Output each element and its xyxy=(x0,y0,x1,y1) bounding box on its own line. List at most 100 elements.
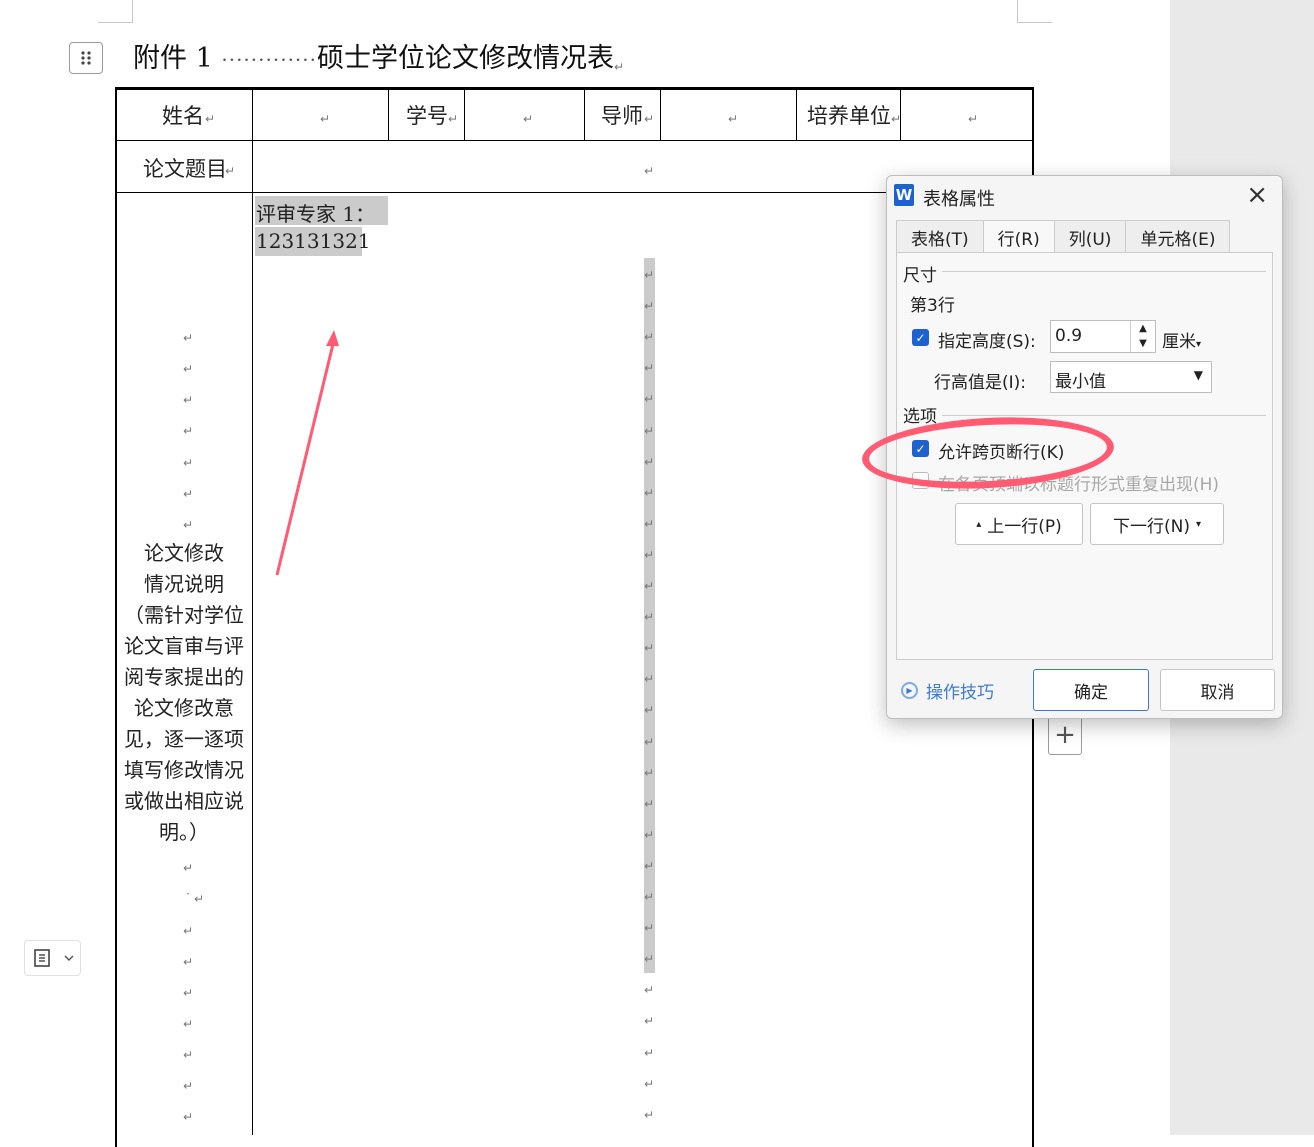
specify-height-label[interactable]: 指定高度(S): xyxy=(938,327,1036,352)
paragraph-mark: ↵ xyxy=(183,955,194,969)
paragraph-mark: ↵ xyxy=(644,703,655,717)
wps-app-icon: W xyxy=(894,184,914,206)
caret-up-icon: ▴ xyxy=(976,518,982,530)
group-divider xyxy=(942,415,1266,416)
paragraph-mark: ↵ xyxy=(183,861,194,875)
caret-down-icon: ▾ xyxy=(1195,518,1201,530)
cancel-button[interactable]: 取消 xyxy=(1160,669,1275,711)
paragraph-mark: ↵ xyxy=(644,361,655,375)
page-corner-right xyxy=(1017,0,1052,23)
paragraph-mark: ↵ xyxy=(183,1110,194,1124)
height-value[interactable]: 0.9 xyxy=(1055,326,1082,346)
stray-bullet: · xyxy=(186,887,190,901)
floating-toolbar[interactable] xyxy=(24,940,81,976)
table-properties-dialog[interactable]: W 表格属性 × 表格(T) 行(R) 列(U) 单元格(E) 尺寸 第3行 ✓… xyxy=(886,175,1283,719)
table-col-divider xyxy=(660,88,661,140)
notes-line: 明。） xyxy=(159,820,209,844)
paragraph-mark: ↵ xyxy=(644,1077,655,1091)
notes-line: （需针对学位 xyxy=(124,603,244,627)
plus-icon: + xyxy=(1054,720,1076,750)
spinner-arrows-icon[interactable]: ▲ ▼ xyxy=(1130,321,1155,352)
paragraph-mark: ↵ xyxy=(644,890,655,904)
paragraph-mark: ↵ xyxy=(644,330,655,344)
header-advisor[interactable]: 导师 xyxy=(601,100,643,130)
paragraph-mark: ↵ xyxy=(183,1017,194,1031)
paragraph-mark: ↵ xyxy=(728,112,739,126)
paragraph-mark: ↵ xyxy=(644,672,655,686)
paragraph-mark: ↵ xyxy=(523,112,534,126)
notes-line: 填写修改情况 xyxy=(124,758,244,782)
next-row-button[interactable]: 下一行(N) ▾ xyxy=(1090,503,1224,545)
paragraph-mark: ↵ xyxy=(448,112,459,126)
frame-icon[interactable] xyxy=(31,947,53,969)
paragraph-mark: ↵ xyxy=(614,60,625,74)
paragraph-mark: ↵ xyxy=(644,797,655,811)
paragraph-mark: ↵ xyxy=(891,112,902,126)
table-col-divider xyxy=(796,88,797,140)
repeat-header-checkbox[interactable] xyxy=(912,472,929,489)
tab-cell[interactable]: 单元格(E) xyxy=(1125,220,1231,253)
notes-line: 或做出相应说 xyxy=(124,789,244,813)
row-number-label: 第3行 xyxy=(910,296,955,316)
notes-line: 阅专家提出的 xyxy=(124,665,244,689)
header-student-id[interactable]: 学号 xyxy=(406,100,448,130)
row-height-mode-select[interactable]: 最小值 ▼ xyxy=(1050,361,1212,393)
repeat-header-label[interactable]: 在各页顶端以标题行形式重复出现(H) xyxy=(938,470,1219,495)
paragraph-mark: ↵ xyxy=(183,924,194,938)
height-spinner[interactable]: 0.9 ▲ ▼ xyxy=(1050,320,1156,353)
paragraph-mark: ↵ xyxy=(644,164,655,178)
paragraph-mark: ↵ xyxy=(644,424,655,438)
specify-height-checkbox[interactable]: ✓ xyxy=(912,329,929,346)
paragraph-mark: ↵ xyxy=(644,610,655,624)
allow-page-break-checkbox[interactable]: ✓ xyxy=(912,440,929,457)
paragraph-mark: ↵ xyxy=(183,986,194,1000)
size-group-label: 尺寸 xyxy=(903,266,937,286)
header-unit[interactable]: 培养单位 xyxy=(807,100,891,130)
unit-dropdown[interactable]: 厘米▾ xyxy=(1162,327,1201,352)
tab-table[interactable]: 表格(T) xyxy=(896,220,984,253)
close-icon[interactable]: × xyxy=(1246,180,1268,210)
paragraph-mark: ↵ xyxy=(183,1048,194,1062)
paragraph-mark: ↵ xyxy=(644,641,655,655)
paragraph-mark: ↵ xyxy=(644,1046,655,1060)
dialog-tabs: 表格(T) 行(R) 列(U) 单元格(E) xyxy=(896,220,1231,254)
chevron-down-icon[interactable] xyxy=(64,954,74,962)
prev-row-label: 上一行(P) xyxy=(987,516,1062,537)
paragraph-mark: ↵ xyxy=(644,921,655,935)
paragraph-mark: ↵ xyxy=(644,517,655,531)
paragraph-mark: ↵ xyxy=(644,1108,655,1122)
paragraph-mark: ↵ xyxy=(644,766,655,780)
paragraph-mark: ↵ xyxy=(644,392,655,406)
annotation-arrow-icon xyxy=(275,330,339,576)
tab-column[interactable]: 列(U) xyxy=(1053,220,1127,253)
paragraph-mark: ↵ xyxy=(644,859,655,873)
paragraph-mark: ↵ xyxy=(644,112,655,126)
paragraph-mark: ↵ xyxy=(644,1014,655,1028)
paragraph-mark: ↵ xyxy=(644,299,655,313)
tab-row[interactable]: 行(R) xyxy=(982,220,1055,254)
paragraph-mark: ↵ xyxy=(644,735,655,749)
allow-page-break-label[interactable]: 允许跨页断行(K) xyxy=(938,438,1064,463)
paragraph-mark: ↵ xyxy=(644,828,655,842)
next-row-label: 下一行(N) xyxy=(1112,516,1190,537)
paragraph-mark: ↵ xyxy=(644,455,655,469)
row-height-mode-value: 最小值 xyxy=(1055,372,1106,392)
unit-label: 厘米 xyxy=(1162,332,1196,352)
notes-line: 论文修改意 xyxy=(134,696,234,720)
group-divider xyxy=(942,271,1266,272)
tips-label: 操作技巧 xyxy=(926,683,994,703)
notes-line: 见，逐一逐项 xyxy=(124,727,244,751)
add-row-button[interactable]: + xyxy=(1048,715,1082,755)
prev-row-button[interactable]: ▴ 上一行(P) xyxy=(955,503,1083,545)
paragraph-mark: ↵ xyxy=(644,952,655,966)
row-tab-panel: 尺寸 第3行 ✓ 指定高度(S): 0.9 ▲ ▼ 厘米▾ 行高值是(I): 最小… xyxy=(896,252,1273,660)
table-col-divider xyxy=(584,88,585,140)
tips-link[interactable]: ▶ 操作技巧 xyxy=(901,678,994,703)
chevron-down-icon: ▼ xyxy=(1193,368,1203,382)
dialog-title: 表格属性 xyxy=(923,189,995,210)
paragraph-mark: ↵ xyxy=(183,1079,194,1093)
play-icon: ▶ xyxy=(901,682,918,699)
table-col-divider xyxy=(464,88,465,140)
paragraph-mark: ↵ xyxy=(644,268,655,282)
ok-button[interactable]: 确定 xyxy=(1033,669,1149,711)
